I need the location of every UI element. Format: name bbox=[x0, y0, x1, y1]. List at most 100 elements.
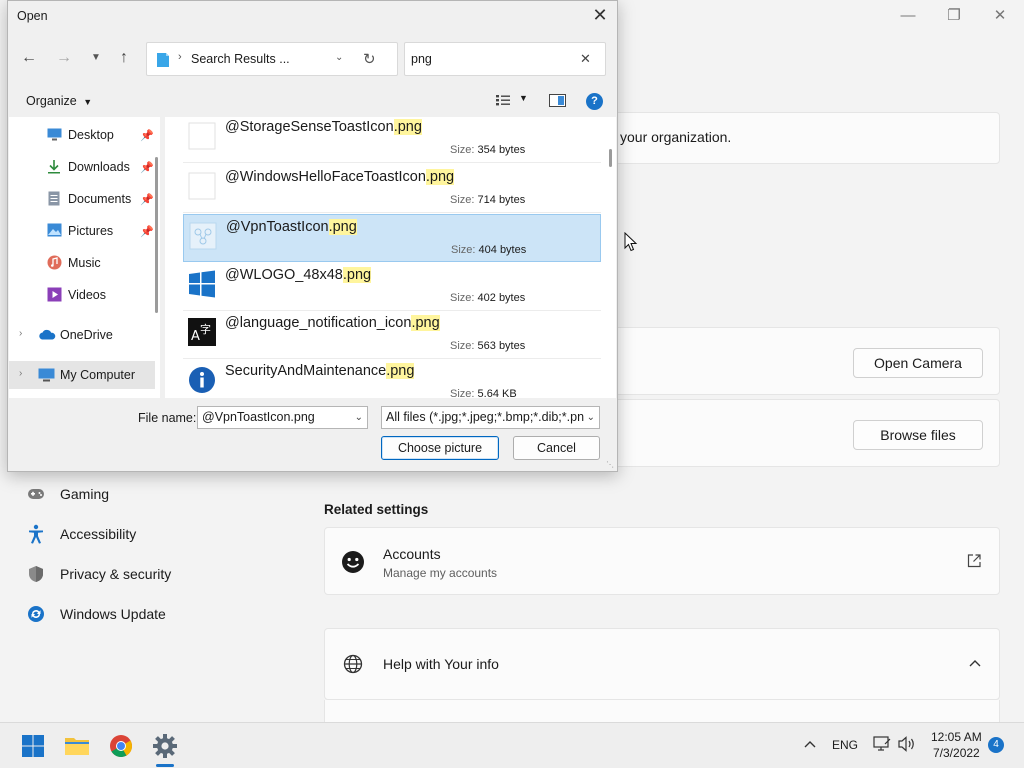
nav-item-gaming[interactable]: Gaming bbox=[24, 482, 109, 506]
view-dropdown-chevron-icon[interactable]: ▼ bbox=[519, 93, 528, 103]
address-bar[interactable]: › Search Results ... ⌄ ↻ bbox=[146, 42, 398, 76]
view-options-icon[interactable] bbox=[495, 93, 511, 112]
search-input[interactable]: png bbox=[411, 52, 432, 66]
scrollbar-thumb[interactable] bbox=[609, 149, 612, 167]
org-card: your organization. bbox=[600, 112, 1000, 164]
file-name: @WLOGO_48x48.png bbox=[225, 267, 372, 283]
minimize-icon[interactable]: — bbox=[898, 6, 918, 26]
nav-pane-music[interactable]: Music bbox=[9, 249, 160, 277]
help-card[interactable]: Help with Your info bbox=[324, 628, 1000, 700]
nav-pane-desktop[interactable]: Desktop 📌 bbox=[9, 121, 160, 149]
clock-time[interactable]: 12:05 AM bbox=[931, 730, 982, 744]
dialog-close-icon[interactable]: ✕ bbox=[589, 5, 611, 27]
search-box[interactable]: png ✕ bbox=[404, 42, 606, 76]
up-arrow-icon[interactable]: ↑ bbox=[113, 47, 135, 69]
clock-date[interactable]: 7/3/2022 bbox=[933, 746, 980, 760]
windows-update-icon bbox=[24, 605, 48, 623]
help-icon[interactable]: ? bbox=[586, 93, 603, 110]
windows-start-icon bbox=[22, 735, 44, 757]
language-indicator[interactable]: ENG bbox=[832, 738, 858, 752]
file-type-select[interactable]: All files (*.jpg;*.jpeg;*.bmp;*.dib;*.pn… bbox=[381, 406, 600, 429]
settings-button[interactable] bbox=[150, 731, 180, 761]
file-name-value[interactable]: @VpnToastIcon.png bbox=[202, 410, 315, 424]
nav-pane-downloads[interactable]: Downloads 📌 bbox=[9, 153, 160, 181]
file-row-selected[interactable]: @VpnToastIcon.png Size: 404 bytes bbox=[183, 214, 601, 262]
chrome-icon bbox=[110, 735, 132, 757]
nav-item-accessibility[interactable]: Accessibility bbox=[24, 522, 136, 546]
refresh-icon[interactable]: ↻ bbox=[363, 50, 376, 68]
browse-card: Browse files bbox=[600, 399, 1000, 467]
help-card-expanded bbox=[324, 700, 1000, 722]
file-size: Size: 5.64 KB bbox=[450, 388, 517, 398]
close-window-icon[interactable]: ✕ bbox=[990, 6, 1010, 26]
start-button[interactable] bbox=[18, 731, 48, 761]
taskbar: ENG 12:05 AM 7/3/2022 4 bbox=[0, 722, 1024, 768]
resize-grip-icon[interactable]: ⋱ bbox=[606, 460, 614, 469]
pin-icon: 📌 bbox=[140, 225, 154, 238]
nav-pane-scrollbar[interactable] bbox=[155, 157, 158, 313]
nav-pane-pictures[interactable]: Pictures 📌 bbox=[9, 217, 160, 245]
nav-pane-videos[interactable]: Videos bbox=[9, 281, 160, 309]
organize-button[interactable]: Organize ▼ bbox=[26, 94, 92, 108]
pictures-icon bbox=[47, 223, 62, 240]
notification-badge[interactable]: 4 bbox=[988, 737, 1004, 753]
vpn-icon bbox=[188, 221, 218, 251]
file-list-scrollbar[interactable] bbox=[607, 117, 615, 398]
accessibility-icon bbox=[24, 524, 48, 544]
back-arrow-icon[interactable]: ← bbox=[18, 47, 40, 69]
recent-locations-chevron-icon[interactable]: ▼ bbox=[85, 47, 107, 69]
accounts-smile-icon bbox=[341, 550, 365, 579]
file-size: Size: 404 bytes bbox=[451, 244, 527, 256]
external-link-icon[interactable] bbox=[967, 554, 981, 573]
nav-label-privacy: Privacy & security bbox=[60, 566, 172, 582]
file-name-dropdown-chevron-icon[interactable]: ⌄ bbox=[351, 407, 363, 428]
chrome-button[interactable] bbox=[106, 731, 136, 761]
browse-files-button[interactable]: Browse files bbox=[853, 420, 983, 450]
preview-pane-icon[interactable] bbox=[549, 94, 566, 112]
address-dropdown-chevron-icon[interactable]: ⌄ bbox=[335, 52, 343, 63]
network-icon[interactable] bbox=[873, 736, 891, 757]
file-row[interactable]: @WLOGO_48x48.png Size: 402 bytes bbox=[183, 263, 601, 311]
maximize-icon[interactable]: ❐ bbox=[944, 6, 964, 26]
desktop-icon bbox=[47, 128, 62, 144]
expand-chevron-icon[interactable]: › bbox=[19, 368, 22, 379]
nav-label-pictures: Pictures bbox=[68, 224, 114, 238]
organize-label: Organize bbox=[26, 94, 77, 108]
pin-icon: 📌 bbox=[140, 193, 154, 206]
expand-chevron-icon[interactable]: › bbox=[19, 328, 22, 339]
file-type-value[interactable]: All files (*.jpg;*.jpeg;*.bmp;*.dib;*.pn… bbox=[386, 410, 591, 424]
file-name-label: File name: bbox=[138, 411, 197, 425]
forward-arrow-icon[interactable]: → bbox=[53, 47, 75, 69]
dialog-title: Open bbox=[17, 9, 48, 23]
related-settings-heading: Related settings bbox=[324, 502, 429, 517]
file-row[interactable]: @StorageSenseToastIcon.png Size: 354 byt… bbox=[183, 117, 601, 163]
nav-pane-documents[interactable]: Documents 📌 bbox=[9, 185, 160, 213]
file-row[interactable]: A字 @language_notification_icon.png Size:… bbox=[183, 311, 601, 359]
file-size: Size: 402 bytes bbox=[450, 292, 526, 304]
open-camera-button[interactable]: Open Camera bbox=[853, 348, 983, 378]
file-name-field[interactable]: @VpnToastIcon.png ⌄ bbox=[197, 406, 368, 429]
nav-label-my-computer: My Computer bbox=[60, 368, 136, 382]
volume-icon[interactable] bbox=[898, 736, 916, 757]
chevron-up-icon[interactable] bbox=[969, 656, 981, 674]
shield-icon bbox=[24, 565, 48, 583]
file-row[interactable]: SecurityAndMaintenance.png Size: 5.64 KB bbox=[183, 359, 601, 398]
downloads-icon bbox=[47, 159, 61, 177]
nav-label-windows-update: Windows Update bbox=[60, 606, 166, 622]
file-type-dropdown-chevron-icon[interactable]: ⌄ bbox=[583, 407, 595, 428]
file-row[interactable]: @WindowsHelloFaceToastIcon.png Size: 714… bbox=[183, 165, 601, 213]
choose-picture-button[interactable]: Choose picture bbox=[381, 436, 499, 460]
nav-pane-onedrive[interactable]: › OneDrive bbox=[9, 321, 160, 349]
cancel-button[interactable]: Cancel bbox=[513, 436, 600, 460]
navigation-pane: Desktop 📌 Downloads 📌 Documents 📌 Pictur… bbox=[9, 117, 160, 398]
nav-item-windows-update[interactable]: Windows Update bbox=[24, 602, 166, 626]
nav-pane-my-computer[interactable]: › My Computer bbox=[9, 361, 155, 389]
accounts-card[interactable]: Accounts Manage my accounts bbox=[324, 527, 1000, 595]
clear-search-icon[interactable]: ✕ bbox=[580, 51, 591, 67]
file-explorer-button[interactable] bbox=[62, 731, 92, 761]
accounts-subtitle: Manage my accounts bbox=[383, 566, 498, 580]
tray-overflow-chevron-icon[interactable] bbox=[804, 737, 816, 755]
nav-item-privacy[interactable]: Privacy & security bbox=[24, 562, 171, 586]
address-text[interactable]: Search Results ... bbox=[191, 52, 290, 66]
nav-label-onedrive: OneDrive bbox=[60, 328, 113, 342]
